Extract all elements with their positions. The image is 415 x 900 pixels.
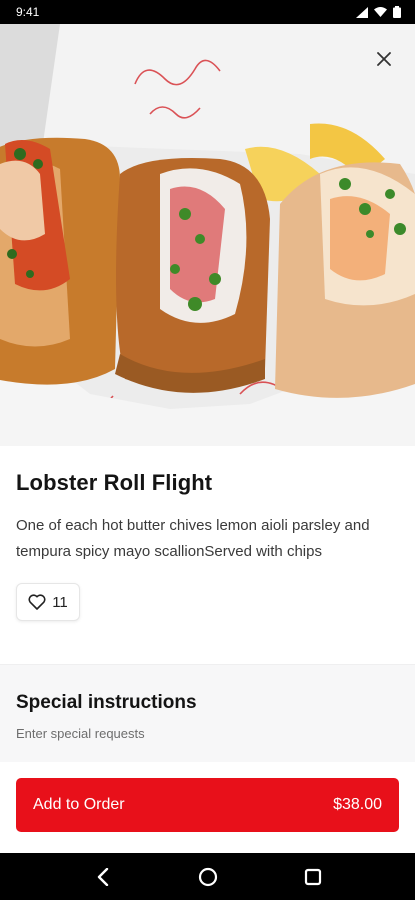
order-price: $38.00	[333, 796, 382, 813]
home-icon	[198, 867, 217, 886]
nav-home-button[interactable]	[188, 857, 228, 897]
nav-back-button[interactable]	[83, 857, 123, 897]
status-bar: 9:41	[0, 0, 415, 24]
lobster-roll-photo	[0, 24, 415, 446]
battery-icon	[393, 6, 401, 18]
status-icons	[356, 6, 401, 18]
special-instructions-input[interactable]	[16, 726, 399, 741]
special-instructions-title: Special instructions	[16, 692, 197, 713]
add-to-order-label: Add to Order	[33, 796, 125, 813]
nav-recents-button[interactable]	[293, 857, 333, 897]
item-title: Lobster Roll Flight	[16, 470, 213, 495]
close-icon	[377, 52, 391, 66]
close-button[interactable]	[371, 46, 397, 72]
item-detail-screen: Lobster Roll Flight One of each hot butt…	[0, 24, 415, 853]
like-count: 11	[52, 593, 68, 611]
signal-icon	[356, 6, 368, 18]
item-photo	[0, 24, 415, 446]
special-instructions-section: Special instructions	[0, 664, 415, 762]
wifi-icon	[374, 7, 387, 17]
like-button[interactable]: 11	[16, 583, 80, 621]
item-details: Lobster Roll Flight One of each hot butt…	[0, 446, 415, 621]
back-icon	[97, 867, 108, 886]
status-time: 9:41	[16, 5, 40, 19]
heart-outline-icon	[28, 594, 46, 610]
add-to-order-button[interactable]: Add to Order $38.00	[16, 778, 399, 832]
system-nav-bar	[0, 853, 415, 900]
item-description: One of each hot butter chives lemon aiol…	[16, 517, 370, 560]
recents-icon	[304, 868, 321, 885]
